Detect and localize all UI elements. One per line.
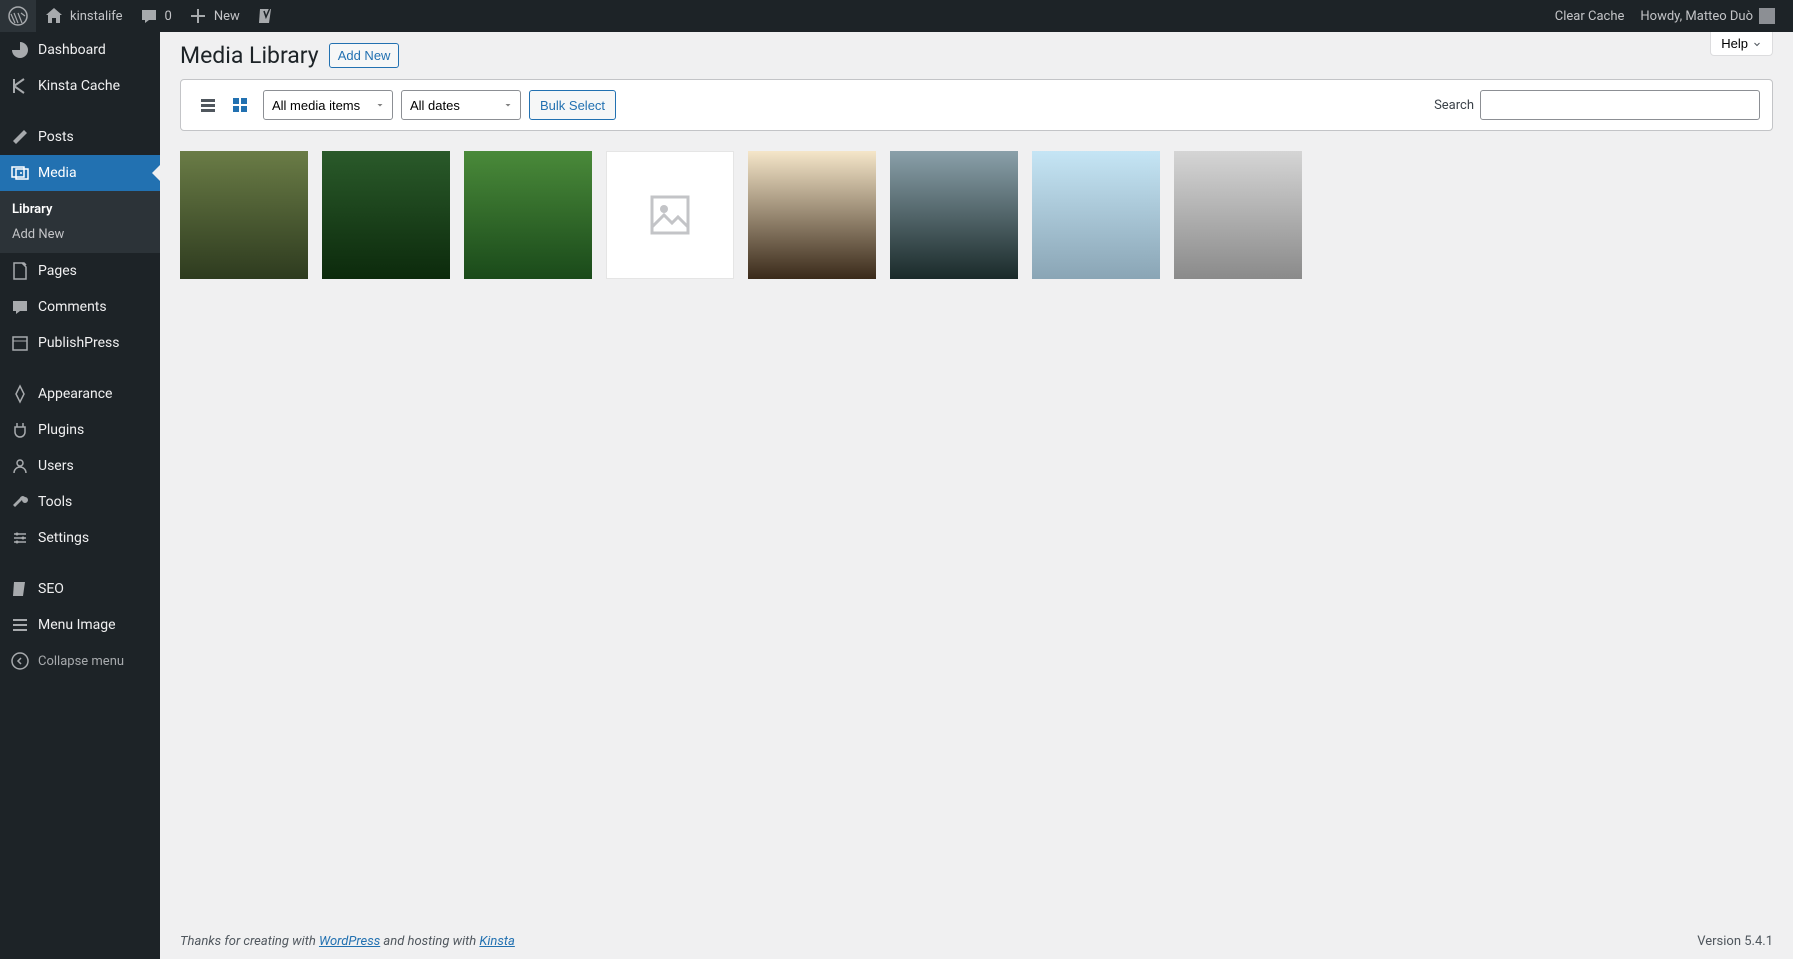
- users-icon: [10, 456, 30, 476]
- media-thumbnail: [890, 151, 1018, 279]
- pages-icon: [10, 261, 30, 281]
- sidebar-item-kinsta-cache[interactable]: Kinsta Cache: [0, 68, 160, 104]
- settings-icon: [10, 528, 30, 548]
- search-input[interactable]: [1480, 90, 1760, 120]
- sidebar-item-dashboard[interactable]: Dashboard: [0, 32, 160, 68]
- dashboard-icon: [10, 40, 30, 60]
- kinsta-link[interactable]: Kinsta: [479, 934, 514, 949]
- posts-icon: [10, 127, 30, 147]
- sidebar-item-menu-image[interactable]: Menu Image: [0, 607, 160, 643]
- submenu-add-new[interactable]: Add New: [0, 222, 160, 247]
- add-new-button[interactable]: Add New: [329, 43, 400, 68]
- calendar-icon: [10, 333, 30, 353]
- sidebar-item-appearance[interactable]: Appearance: [0, 376, 160, 412]
- yoast-link[interactable]: [248, 0, 284, 32]
- grid-view-button[interactable]: [225, 90, 255, 120]
- wp-logo[interactable]: [0, 0, 36, 32]
- comments-count: 0: [165, 9, 172, 24]
- appearance-icon: [10, 384, 30, 404]
- wordpress-icon: [8, 6, 28, 26]
- list-icon: [198, 95, 218, 115]
- media-item[interactable]: [606, 151, 734, 279]
- media-thumbnail: [1032, 151, 1160, 279]
- site-name: kinstalife: [70, 9, 123, 24]
- sidebar-item-media[interactable]: Media: [0, 155, 160, 191]
- media-icon: [10, 163, 30, 183]
- media-thumbnail: [1174, 151, 1302, 279]
- footer-thanks: Thanks for creating with WordPress and h…: [180, 934, 515, 949]
- date-filter[interactable]: All dates: [401, 90, 521, 120]
- media-item[interactable]: [180, 151, 308, 279]
- collapse-menu[interactable]: Collapse menu: [0, 643, 160, 679]
- clear-cache-link[interactable]: Clear Cache: [1547, 0, 1633, 32]
- media-toolbar: All media items All dates Bulk Select Se…: [180, 79, 1773, 131]
- home-icon: [44, 6, 64, 26]
- admin-bar: kinstalife 0 New Clear Cache Howdy, Matt…: [0, 0, 1793, 32]
- howdy-label: Howdy, Matteo Duò: [1640, 9, 1753, 24]
- media-thumbnail: [180, 151, 308, 279]
- sidebar-item-posts[interactable]: Posts: [0, 119, 160, 155]
- sidebar-item-seo[interactable]: SEO: [0, 571, 160, 607]
- sidebar-item-pages[interactable]: Pages: [0, 253, 160, 289]
- collapse-icon: [10, 651, 30, 671]
- page-header: Media Library Add New Help: [160, 32, 1793, 79]
- page-title: Media Library: [180, 42, 319, 69]
- media-thumbnail: [464, 151, 592, 279]
- admin-sidebar: Dashboard Kinsta Cache Posts Media Libra…: [0, 32, 160, 959]
- sidebar-item-publishpress[interactable]: PublishPress: [0, 325, 160, 361]
- admin-footer: Thanks for creating with WordPress and h…: [160, 924, 1793, 959]
- image-placeholder-icon: [646, 191, 694, 239]
- tools-icon: [10, 492, 30, 512]
- user-menu[interactable]: Howdy, Matteo Duò: [1632, 0, 1783, 32]
- comments-icon: [10, 297, 30, 317]
- sidebar-item-plugins[interactable]: Plugins: [0, 412, 160, 448]
- seo-icon: [10, 579, 30, 599]
- plugins-icon: [10, 420, 30, 440]
- sidebar-item-comments[interactable]: Comments: [0, 289, 160, 325]
- media-submenu: Library Add New: [0, 191, 160, 253]
- media-type-filter[interactable]: All media items: [263, 90, 393, 120]
- media-thumbnail: [748, 151, 876, 279]
- sidebar-item-settings[interactable]: Settings: [0, 520, 160, 556]
- wordpress-link[interactable]: WordPress: [319, 934, 380, 949]
- view-toggle: [193, 90, 255, 120]
- media-item[interactable]: [1174, 151, 1302, 279]
- plus-icon: [188, 6, 208, 26]
- help-tab[interactable]: Help: [1710, 32, 1773, 56]
- media-thumbnail: [322, 151, 450, 279]
- list-view-button[interactable]: [193, 90, 223, 120]
- search-wrap: Search: [1434, 90, 1760, 120]
- comments-link[interactable]: 0: [131, 0, 180, 32]
- submenu-library[interactable]: Library: [0, 197, 160, 222]
- media-grid: [160, 131, 1793, 299]
- version-label: Version 5.4.1: [1697, 934, 1773, 949]
- menu-image-icon: [10, 615, 30, 635]
- sidebar-item-users[interactable]: Users: [0, 448, 160, 484]
- media-item[interactable]: [322, 151, 450, 279]
- media-item[interactable]: [1032, 151, 1160, 279]
- bulk-select-button[interactable]: Bulk Select: [529, 90, 616, 120]
- kinsta-icon: [10, 76, 30, 96]
- search-label: Search: [1434, 98, 1474, 113]
- media-item[interactable]: [748, 151, 876, 279]
- site-link[interactable]: kinstalife: [36, 0, 131, 32]
- avatar: [1759, 8, 1775, 24]
- grid-icon: [230, 95, 250, 115]
- sidebar-item-tools[interactable]: Tools: [0, 484, 160, 520]
- media-item[interactable]: [464, 151, 592, 279]
- yoast-icon: [256, 6, 276, 26]
- main-content: Media Library Add New Help All media ite…: [160, 0, 1793, 959]
- new-content-link[interactable]: New: [180, 0, 248, 32]
- media-item[interactable]: [890, 151, 1018, 279]
- comment-icon: [139, 6, 159, 26]
- chevron-down-icon: [1752, 39, 1762, 49]
- new-label: New: [214, 9, 240, 24]
